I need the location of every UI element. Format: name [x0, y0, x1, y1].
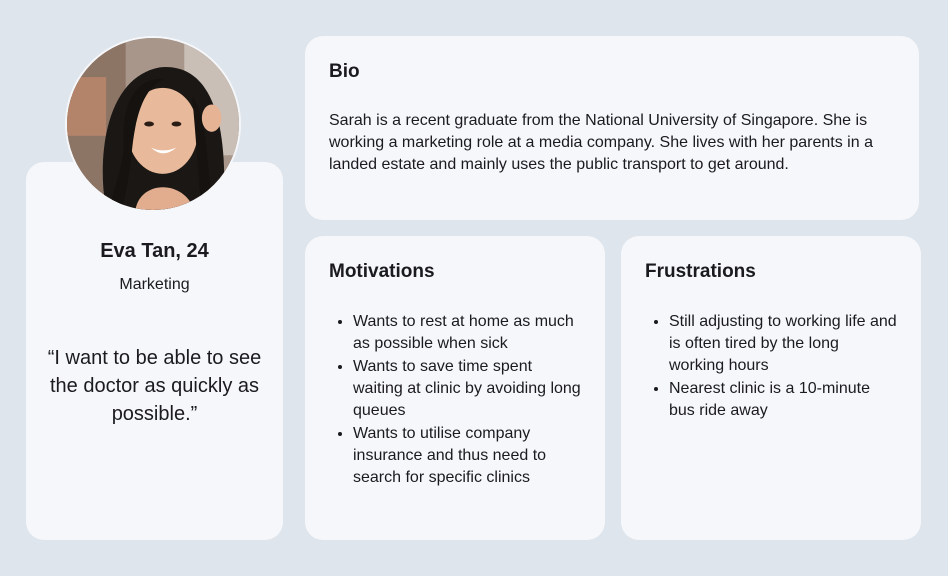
motivations-list: Wants to rest at home as much as possibl… [329, 310, 581, 489]
list-item: Wants to rest at home as much as possibl… [353, 310, 581, 355]
motivations-card: Motivations Wants to rest at home as muc… [305, 236, 605, 540]
list-item: Still adjusting to working life and is o… [669, 310, 897, 377]
frustrations-card: Frustrations Still adjusting to working … [621, 236, 921, 540]
list-item: Wants to utilise company insurance and t… [353, 422, 581, 489]
persona-role: Marketing [119, 276, 190, 293]
frustrations-title: Frustrations [645, 261, 756, 282]
persona-quote: “I want to be able to see the doctor as … [47, 347, 262, 425]
avatar-photo [67, 38, 239, 210]
frustrations-list: Still adjusting to working life and is o… [645, 310, 897, 422]
persona-name: Eva Tan, 24 [100, 240, 209, 262]
list-item: Wants to save time spent waiting at clin… [353, 355, 581, 422]
motivations-title: Motivations [329, 261, 435, 282]
bio-card: Bio Sarah is a recent graduate from the … [305, 36, 919, 220]
list-item: Nearest clinic is a 10-minute bus ride a… [669, 377, 897, 422]
bio-title: Bio [329, 61, 360, 82]
avatar [65, 36, 241, 212]
bio-text: Sarah is a recent graduate from the Nati… [329, 112, 873, 173]
